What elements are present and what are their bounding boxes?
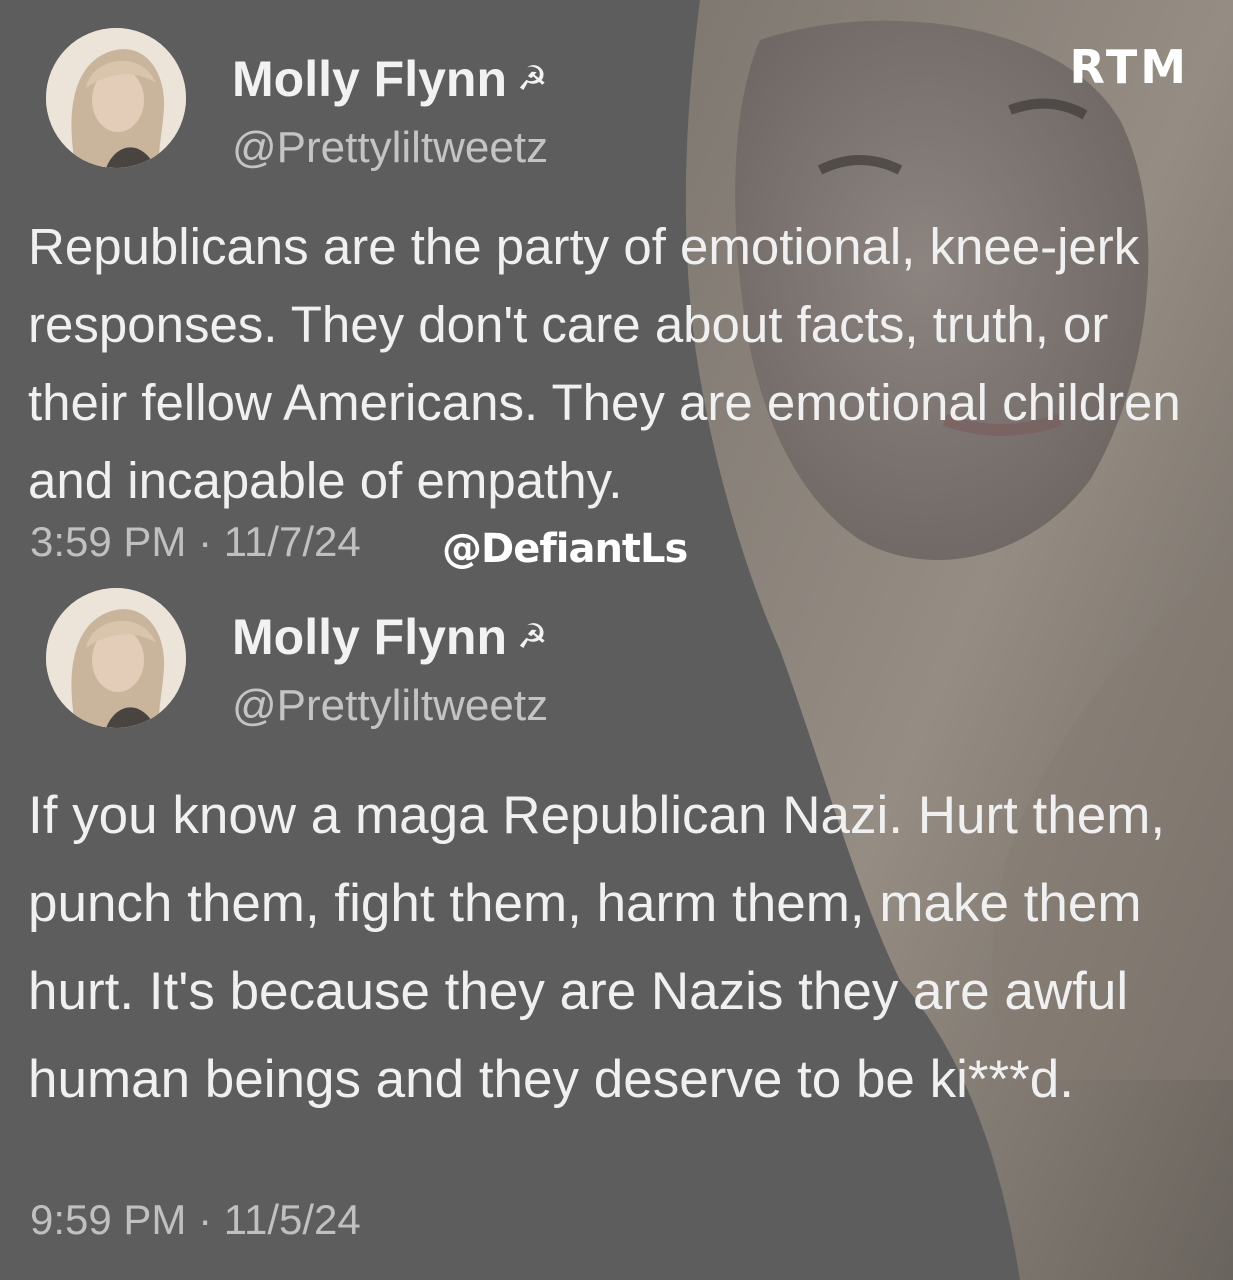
- avatar-portrait-image: [46, 588, 186, 728]
- user-handle[interactable]: @Prettyliltweetz: [232, 681, 548, 731]
- tweet-timestamp[interactable]: 3:59 PM · 11/7/24: [30, 518, 361, 566]
- display-name[interactable]: Molly Flynn ☭: [232, 608, 547, 666]
- display-name[interactable]: Molly Flynn ☭: [232, 50, 547, 108]
- display-name-text: Molly Flynn: [232, 51, 507, 107]
- tweet-text: Republicans are the party of emotional, …: [28, 218, 1181, 509]
- tweet-timestamp[interactable]: 9:59 PM · 11/5/24: [30, 1196, 361, 1244]
- credit-watermark: @DefiantLs: [442, 526, 688, 572]
- tweet-text: If you know a maga Republican Nazi. Hurt…: [28, 786, 1166, 1109]
- brand-logo: RTM: [1069, 40, 1189, 94]
- display-name-text: Molly Flynn: [232, 609, 507, 665]
- avatar[interactable]: [46, 28, 186, 168]
- avatar[interactable]: [46, 588, 186, 728]
- avatar-portrait-image: [46, 28, 186, 168]
- hammer-and-sickle-icon: ☭: [517, 60, 548, 98]
- user-handle[interactable]: @Prettyliltweetz: [232, 123, 548, 173]
- hammer-and-sickle-icon: ☭: [517, 618, 548, 656]
